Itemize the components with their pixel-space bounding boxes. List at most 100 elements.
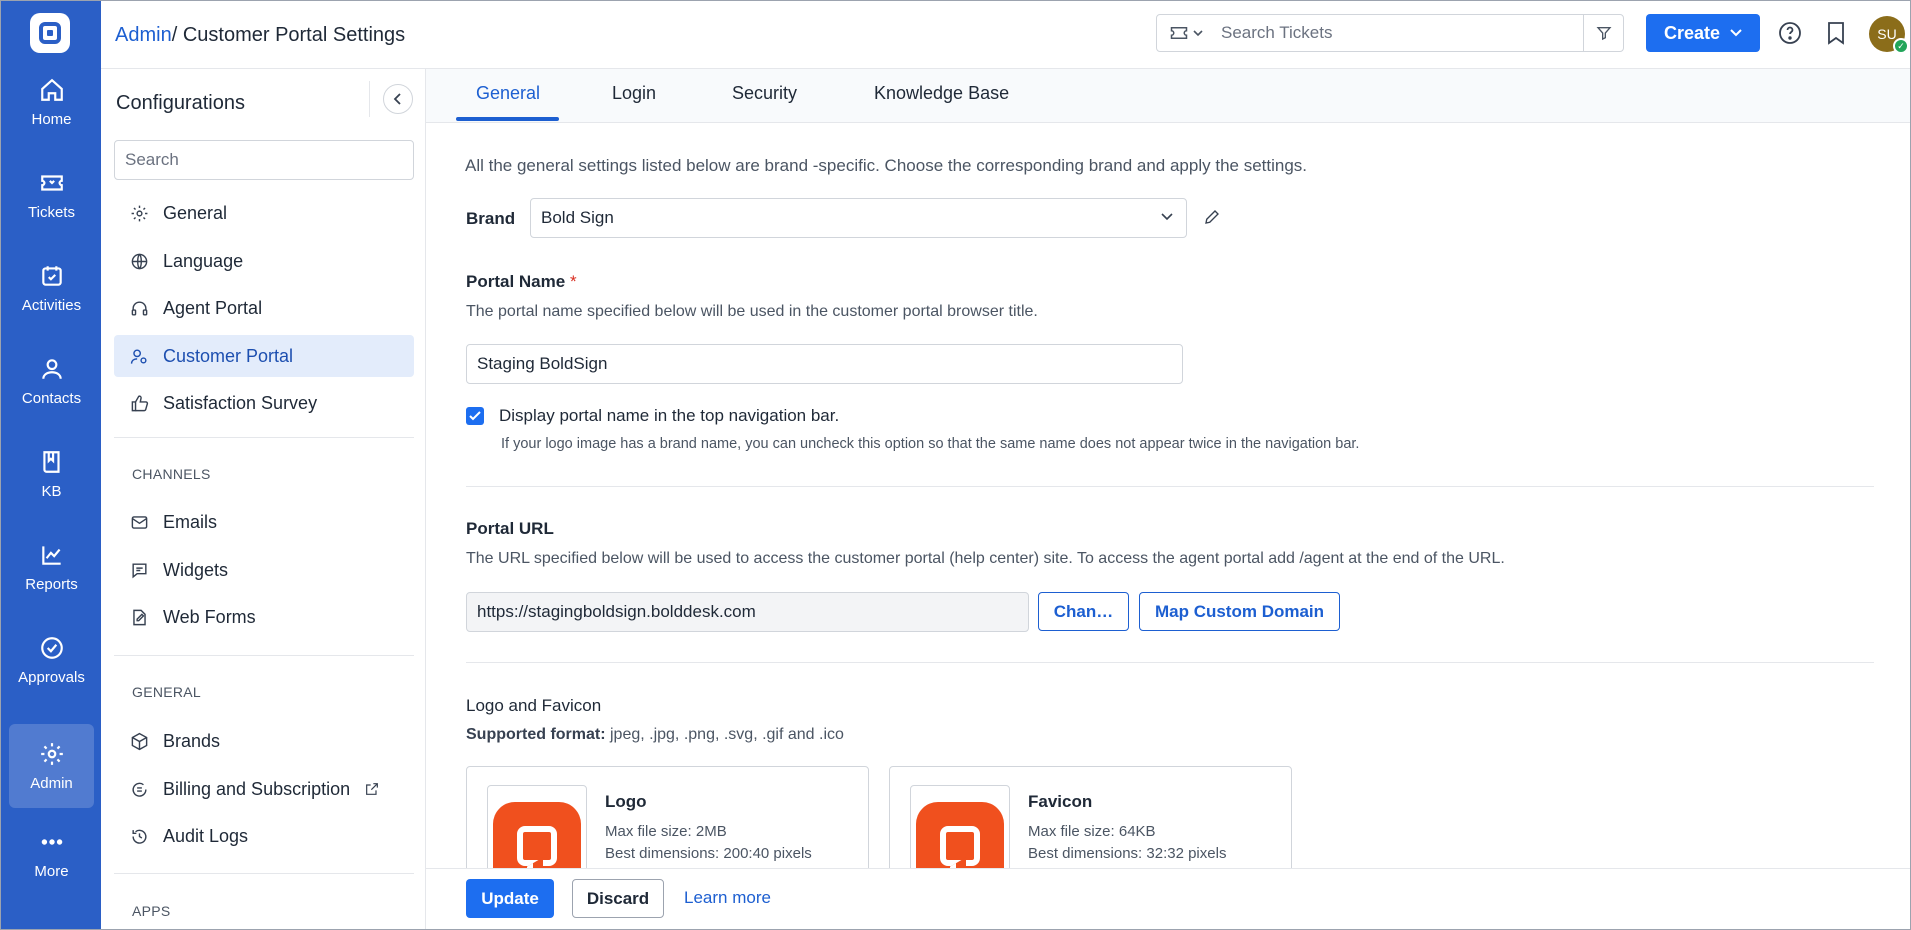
bookmark-icon: [1828, 22, 1844, 45]
breadcrumb-current: / Customer Portal Settings: [171, 24, 406, 46]
divider: [466, 662, 1874, 663]
portal-name-label-text: Portal Name: [466, 272, 566, 291]
avatar[interactable]: SU ✓: [1869, 16, 1909, 54]
config-item-label: Agent Portal: [163, 297, 263, 318]
help-button[interactable]: [1777, 20, 1803, 46]
intro-text: All the general settings listed below ar…: [465, 156, 1308, 175]
brand-select[interactable]: Bold Sign: [530, 198, 1187, 238]
globe-icon: [131, 253, 148, 269]
person-icon: [41, 358, 62, 379]
config-item-customer-portal[interactable]: Customer Portal: [114, 335, 414, 377]
form-edit-icon: [133, 609, 146, 625]
favicon-card: Favicon Max file size: 64KB Best dimensi…: [889, 766, 1292, 868]
required-mark: *: [569, 272, 577, 291]
config-item-brands[interactable]: Brands: [114, 720, 414, 762]
history-icon: [132, 829, 147, 844]
collapse-panel-button[interactable]: [383, 84, 413, 114]
config-item-billing[interactable]: Billing and Subscription: [114, 768, 414, 810]
favicon-best-dimensions: Best dimensions: 32:32 pixels: [1028, 845, 1227, 862]
nav-item-tickets[interactable]: Tickets: [9, 153, 94, 237]
help-circle-icon: [1779, 22, 1801, 44]
billing-icon: [132, 782, 147, 797]
gear-icon: [131, 205, 148, 221]
config-item-label: General: [163, 202, 228, 223]
config-item-label: Language: [163, 250, 244, 271]
ticket-icon: [40, 174, 63, 191]
tab-knowledge-base[interactable]: Knowledge Base: [874, 83, 1009, 104]
display-portal-name-hint: If your logo image has a brand name, you…: [501, 436, 1360, 452]
search-type-select[interactable]: [1157, 15, 1215, 51]
active-tab-indicator: [456, 117, 559, 121]
logo-favicon-heading: Logo and Favicon: [466, 696, 602, 715]
search-input[interactable]: Search Tickets: [1215, 23, 1583, 43]
logo-best-dimensions: Best dimensions: 200:40 pixels: [605, 845, 812, 862]
app-logo-icon[interactable]: [30, 13, 70, 53]
nav-item-admin[interactable]: Admin: [9, 724, 94, 808]
logo-preview[interactable]: [487, 785, 587, 868]
nav-item-approvals[interactable]: Approvals: [9, 618, 94, 702]
config-item-general[interactable]: General: [114, 192, 414, 234]
config-search-input[interactable]: Search: [114, 140, 414, 180]
config-item-audit-logs[interactable]: Audit Logs: [114, 815, 414, 857]
edit-brand-button[interactable]: [1203, 208, 1221, 231]
nav-item-reports[interactable]: Reports: [9, 525, 94, 609]
tab-login[interactable]: Login: [612, 83, 656, 104]
bookmark-button[interactable]: [1823, 20, 1849, 46]
online-status-icon: ✓: [1893, 38, 1909, 54]
formats-value: jpeg, .jpg, .png, .svg, .gif and .ico: [605, 726, 844, 743]
breadcrumb-admin-link[interactable]: Admin: [115, 24, 172, 46]
config-item-satisfaction-survey[interactable]: Satisfaction Survey: [114, 382, 414, 424]
ticket-icon: [1170, 27, 1187, 39]
brand-label: Brand: [466, 209, 516, 228]
nav-item-more[interactable]: More: [9, 812, 94, 896]
nav-label: Reports: [25, 575, 78, 593]
nav-label: Tickets: [28, 203, 75, 221]
nav-label: More: [34, 862, 69, 880]
config-item-language[interactable]: Language: [114, 240, 414, 282]
brand-select-value: Bold Sign: [541, 208, 614, 227]
calendar-check-icon: [41, 265, 62, 286]
checkmark-icon: [469, 411, 481, 421]
formats-label: Supported format:: [466, 726, 606, 743]
nav-item-kb[interactable]: KB: [9, 432, 94, 516]
divider: [466, 486, 1874, 487]
config-item-label: Satisfaction Survey: [163, 392, 318, 413]
brand-logo-icon: [916, 802, 1004, 868]
favicon-max-size: Max file size: 64KB: [1028, 823, 1156, 840]
ticket-search: Search Tickets: [1156, 14, 1624, 52]
discard-button[interactable]: Discard: [572, 879, 664, 918]
nav-label: Approvals: [18, 668, 85, 686]
config-item-label: Customer Portal: [163, 345, 294, 366]
home-icon: [40, 78, 63, 101]
portal-name-input[interactable]: Staging BoldSign: [466, 344, 1183, 384]
config-item-emails[interactable]: Emails: [114, 501, 414, 543]
nav-label: Activities: [21, 296, 82, 314]
config-item-agent-portal[interactable]: Agent Portal: [114, 287, 414, 329]
check-circle-icon: [40, 636, 63, 659]
logo-card: Logo Max file size: 2MB Best dimensions:…: [466, 766, 869, 868]
config-item-web-forms[interactable]: Web Forms: [114, 596, 414, 638]
create-button[interactable]: Create: [1646, 14, 1760, 52]
nav-rail: Home Tickets Activities Contacts KB Repo…: [0, 0, 101, 930]
tab-general[interactable]: General: [476, 83, 540, 104]
config-item-widgets[interactable]: Widgets: [114, 549, 414, 591]
tab-security[interactable]: Security: [732, 83, 797, 104]
portal-name-label: Portal Name *: [466, 272, 577, 292]
mail-icon: [131, 515, 148, 529]
nav-item-activities[interactable]: Activities: [9, 246, 94, 330]
learn-more-link[interactable]: Learn more: [684, 888, 771, 908]
supported-formats: Supported format: jpeg, .jpg, .png, .svg…: [466, 726, 844, 744]
map-custom-domain-button[interactable]: Map Custom Domain: [1139, 592, 1340, 631]
avatar-initials: SU: [1877, 26, 1897, 42]
brand-logo-icon: [493, 802, 581, 868]
portal-url-input[interactable]: https://stagingboldsign.bolddesk.com: [466, 592, 1029, 632]
nav-item-contacts[interactable]: Contacts: [9, 339, 94, 423]
update-button[interactable]: Update: [466, 879, 554, 918]
change-url-button[interactable]: Chan…: [1038, 592, 1129, 631]
nav-item-home[interactable]: Home: [9, 60, 94, 144]
filter-button[interactable]: [1583, 15, 1623, 51]
display-portal-name-checkbox[interactable]: [466, 407, 484, 425]
config-item-label: Widgets: [163, 559, 229, 580]
section-heading-apps: APPS: [132, 903, 171, 919]
favicon-preview[interactable]: [910, 785, 1010, 868]
